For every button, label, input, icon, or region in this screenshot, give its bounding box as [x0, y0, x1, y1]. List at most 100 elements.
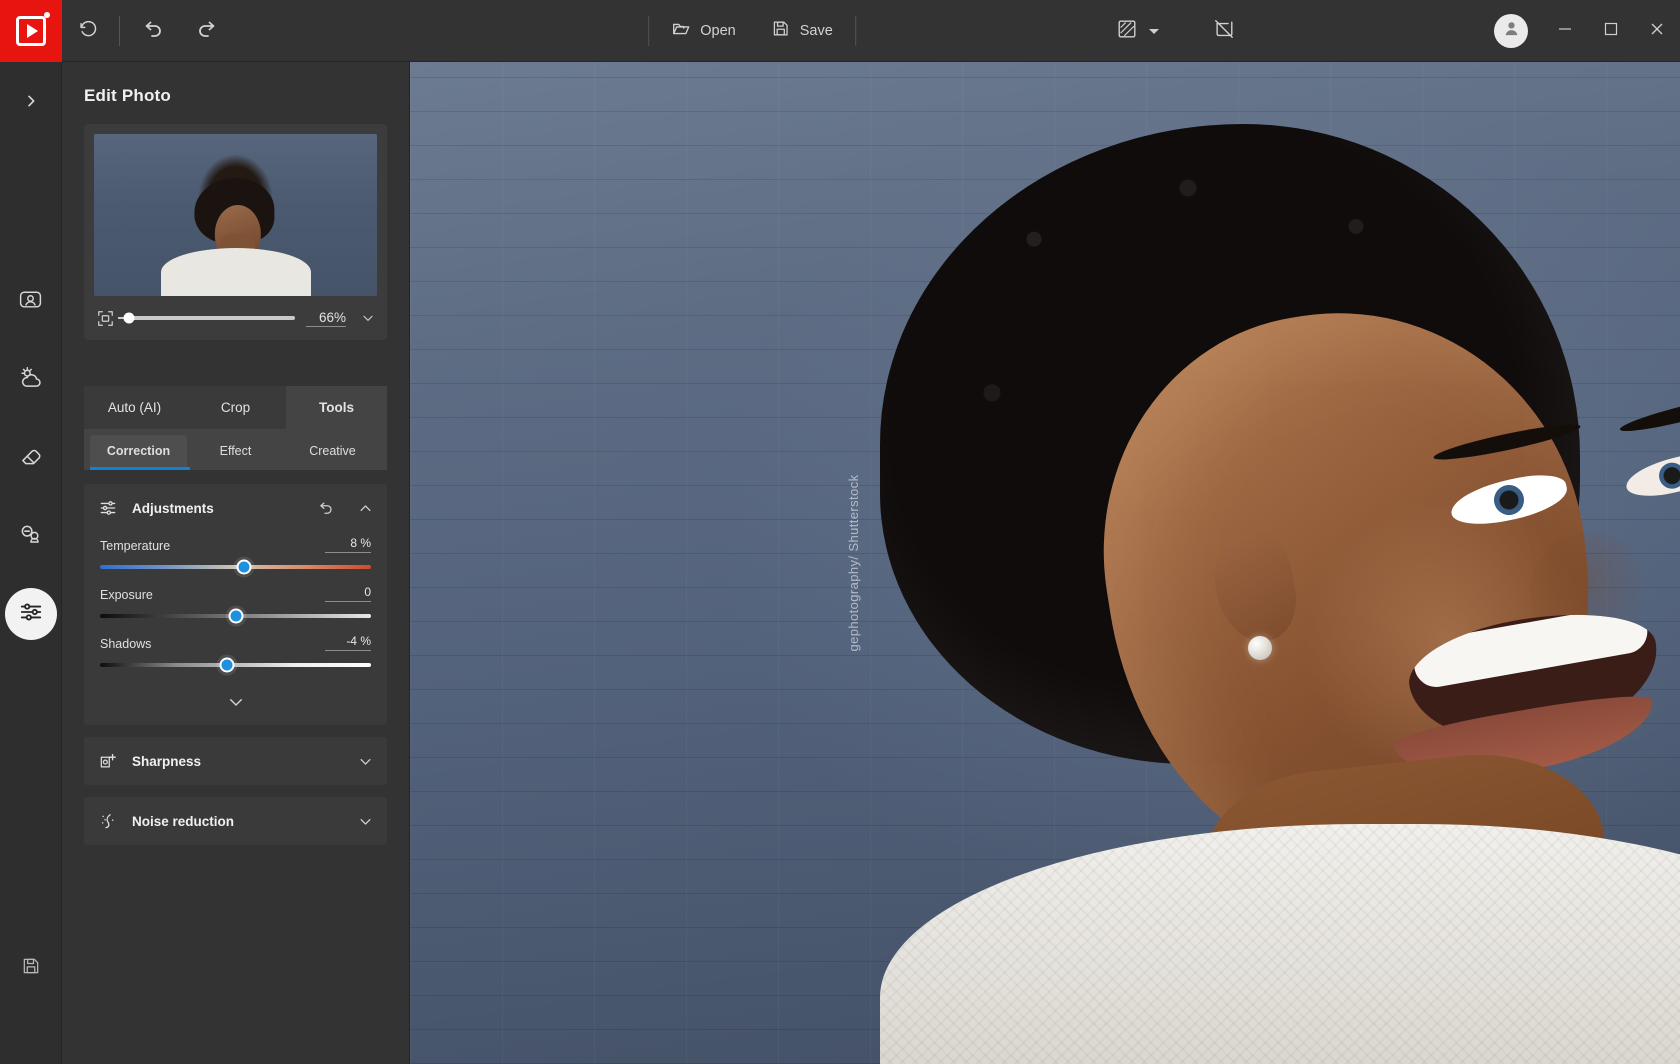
chevron-down-icon: [227, 693, 245, 716]
tool-rail: [0, 62, 62, 1064]
app-body: Edit Photo: [0, 62, 1680, 1064]
hide-image-button[interactable]: [1197, 0, 1251, 62]
tab-auto-ai[interactable]: Auto (AI): [84, 386, 185, 429]
chevron-right-icon: [23, 93, 39, 114]
sidebar-item-portrait[interactable]: [5, 276, 57, 328]
slider-exposure-value[interactable]: 0: [325, 585, 371, 602]
slider-exposure-track[interactable]: [100, 614, 371, 618]
redo-button[interactable]: [180, 0, 236, 62]
minimize-button[interactable]: [1542, 0, 1588, 62]
close-button[interactable]: [1634, 0, 1680, 62]
group-sharpness-title: Sharpness: [132, 754, 344, 769]
tab-creative[interactable]: Creative: [284, 435, 381, 470]
save-disk-icon: [21, 956, 41, 981]
group-adjustments-header[interactable]: Adjustments: [84, 484, 387, 532]
minimize-icon: [1557, 21, 1573, 42]
sidebar-item-erase[interactable]: [5, 432, 57, 484]
rail-save-button[interactable]: [5, 942, 57, 994]
page-title: Edit Photo: [62, 62, 409, 124]
undo-button[interactable]: [124, 0, 180, 62]
group-adjustments-title: Adjustments: [132, 501, 302, 516]
image-off-icon: [1213, 18, 1235, 44]
rotate-button[interactable]: [62, 0, 115, 62]
slider-temperature-knob[interactable]: [236, 560, 251, 575]
slider-temperature: Temperature 8 %: [100, 536, 371, 585]
main-tabs: Auto (AI) Crop Tools: [84, 386, 387, 429]
reset-undo-icon[interactable]: [316, 499, 334, 517]
group-noise-reduction-title: Noise reduction: [132, 814, 344, 829]
compare-view-button[interactable]: [1100, 0, 1175, 62]
image-canvas[interactable]: gephotography/ Shutterstock: [410, 62, 1680, 1064]
show-more-adjustments-button[interactable]: [100, 683, 371, 725]
toolbar-divider-1: [119, 16, 120, 46]
caret-down-icon: [1149, 29, 1159, 34]
active-subtab-indicator: [90, 467, 190, 470]
sidebar-item-object-removal[interactable]: [5, 510, 57, 562]
top-toolbar: Open Save: [0, 0, 1680, 62]
group-noise-reduction: Noise reduction: [84, 797, 387, 845]
open-button-label: Open: [700, 23, 735, 39]
slider-shadows: Shadows -4 %: [100, 634, 371, 683]
slider-temperature-label: Temperature: [100, 539, 170, 553]
slider-exposure-knob[interactable]: [228, 609, 243, 624]
rail-expand-button[interactable]: [5, 80, 57, 126]
slider-temperature-head: Temperature 8 %: [100, 536, 371, 553]
app-logo[interactable]: [0, 0, 62, 62]
logo-notification-dot: [44, 12, 50, 18]
redo-icon: [196, 17, 220, 45]
play-square-logo-icon: [16, 16, 46, 46]
slider-shadows-knob[interactable]: [220, 658, 235, 673]
chevron-down-icon[interactable]: [358, 754, 373, 769]
preview-card: 66%: [84, 124, 387, 340]
slider-shadows-value[interactable]: -4 %: [325, 634, 371, 651]
slider-exposure-label: Exposure: [100, 588, 153, 602]
image-watermark: gephotography/ Shutterstock: [846, 474, 861, 651]
fit-to-screen-icon[interactable]: [96, 309, 115, 328]
group-noise-reduction-header[interactable]: Noise reduction: [84, 797, 387, 845]
window-actions-group: [1480, 0, 1680, 62]
thumbnail-body: [161, 248, 311, 296]
tab-crop[interactable]: Crop: [185, 386, 286, 429]
zoom-value[interactable]: 66%: [306, 310, 346, 327]
slider-shadows-track[interactable]: [100, 663, 371, 667]
chevron-down-icon[interactable]: [357, 311, 375, 325]
rail-expand-area: [5, 62, 57, 126]
save-button-label: Save: [800, 23, 833, 39]
portrait-retouch-icon: [18, 287, 43, 317]
chevron-down-icon[interactable]: [358, 814, 373, 829]
undo-icon: [140, 17, 164, 45]
adjustments-sliders-icon: [18, 599, 44, 630]
group-sharpness-header[interactable]: Sharpness: [84, 737, 387, 785]
slider-shadows-head: Shadows -4 %: [100, 634, 371, 651]
save-button[interactable]: Save: [754, 0, 851, 62]
noise-reduction-icon: [98, 811, 118, 831]
compare-split-icon: [1116, 18, 1138, 44]
tab-effect[interactable]: Effect: [187, 435, 284, 470]
open-button[interactable]: Open: [653, 0, 753, 62]
adjustments-sliders-icon: [98, 498, 118, 518]
tab-correction[interactable]: Correction: [90, 435, 187, 470]
slider-temperature-track[interactable]: [100, 565, 371, 569]
slider-temperature-value[interactable]: 8 %: [325, 536, 371, 553]
zoom-control-bar: 66%: [94, 296, 377, 340]
eraser-icon: [18, 443, 44, 474]
sub-tabs: Correction Effect Creative: [84, 429, 387, 470]
maximize-button[interactable]: [1588, 0, 1634, 62]
preview-thumbnail[interactable]: [94, 134, 377, 296]
sidebar-item-sky[interactable]: [5, 354, 57, 406]
tab-tools[interactable]: Tools: [286, 386, 387, 429]
toolbar-divider-2: [648, 16, 649, 46]
user-avatar-icon: [1501, 18, 1522, 44]
zoom-slider[interactable]: [126, 316, 295, 320]
folder-open-icon: [671, 19, 691, 43]
slider-exposure: Exposure 0: [100, 585, 371, 634]
sidebar-item-adjustments[interactable]: [5, 588, 57, 640]
toolbar-divider-3: [855, 16, 856, 46]
slider-shadows-label: Shadows: [100, 637, 151, 651]
close-icon: [1649, 21, 1665, 42]
rotate-ccw-icon: [78, 18, 99, 43]
account-avatar[interactable]: [1494, 14, 1528, 48]
chevron-up-icon[interactable]: [358, 501, 373, 516]
view-actions-group: [1100, 0, 1251, 62]
zoom-slider-knob[interactable]: [124, 313, 135, 324]
